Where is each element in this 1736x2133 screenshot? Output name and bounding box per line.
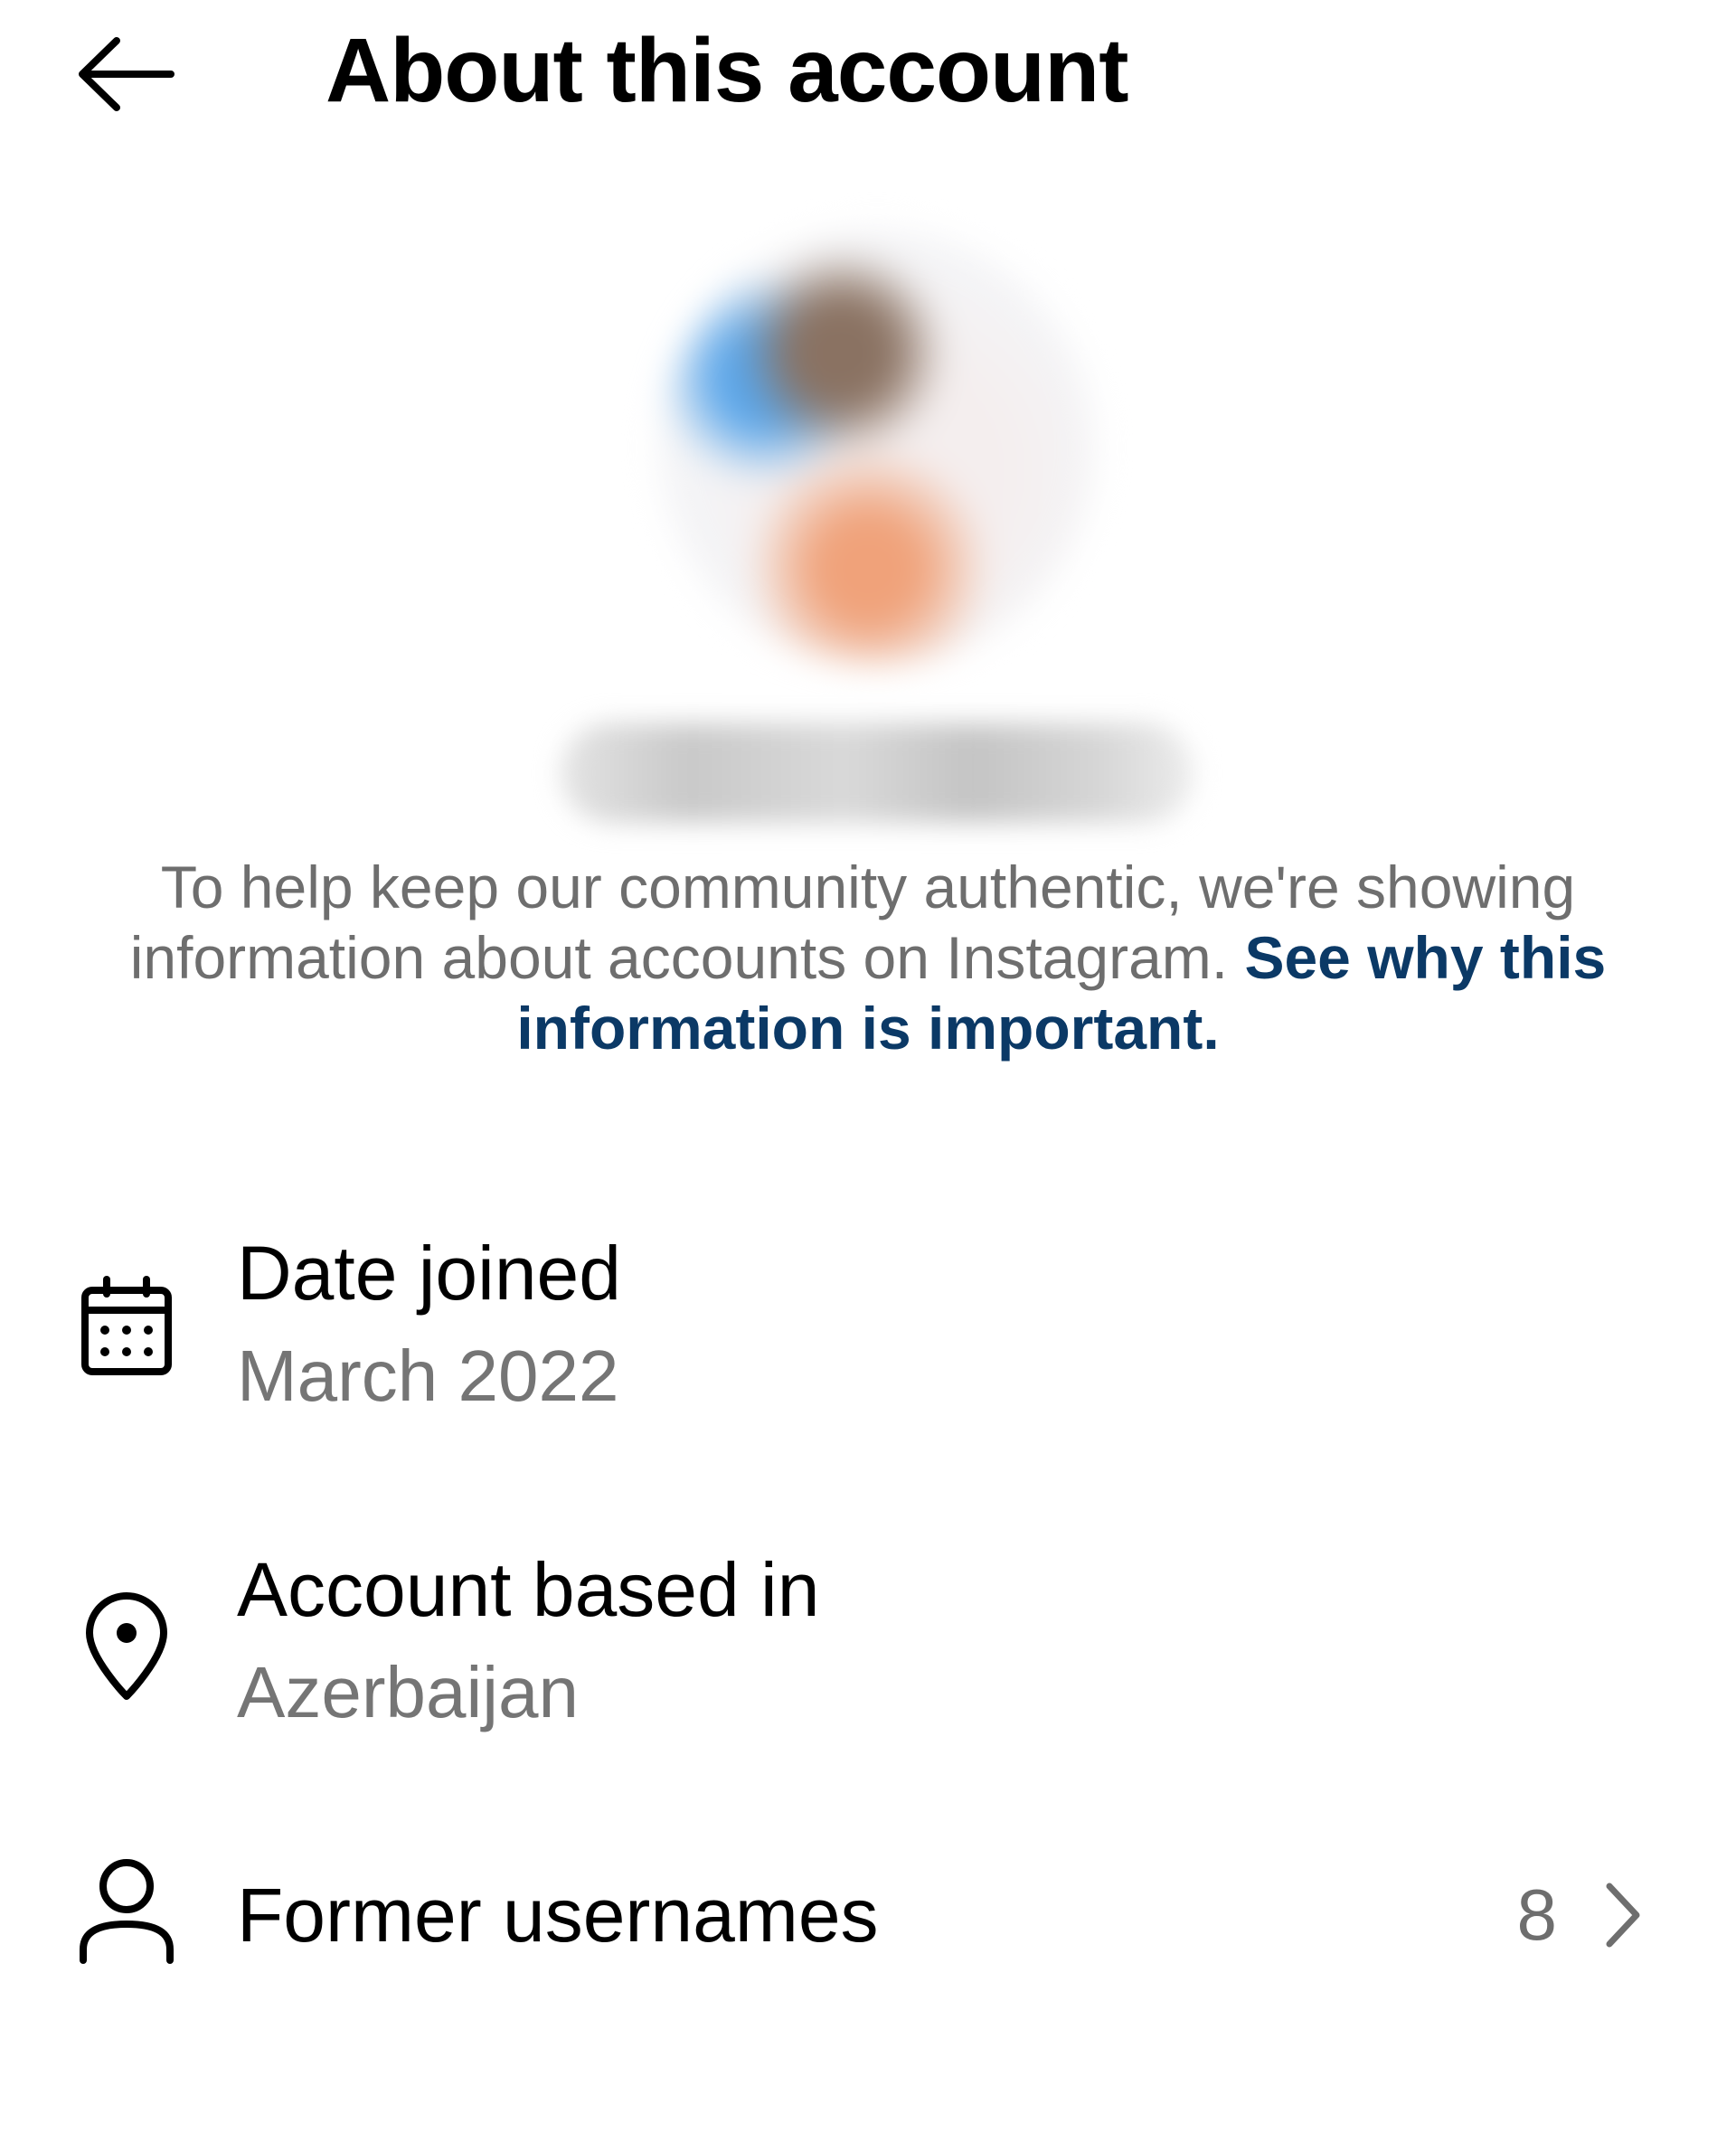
avatar [660, 231, 1094, 665]
app-header: About this account [0, 0, 1736, 145]
avatar-image [660, 231, 1094, 665]
date-joined-row: Date joined March 2022 [0, 1221, 1736, 1438]
date-joined-value: March 2022 [237, 1335, 619, 1416]
account-based-in-row: Account based in Azerbaijan [0, 1537, 1736, 1754]
chevron-right-icon [1591, 1870, 1655, 1960]
back-button[interactable] [65, 29, 183, 119]
page-title: About this account [326, 20, 1129, 121]
former-usernames-label: Former usernames [237, 1873, 879, 1958]
calendar-icon [63, 1268, 190, 1385]
person-icon [63, 1854, 190, 1971]
account-based-in-value: Azerbaijan [237, 1652, 580, 1732]
former-usernames-row[interactable]: Former usernames 8 [0, 1854, 1736, 1980]
account-based-in-label: Account based in [237, 1547, 820, 1632]
date-joined-label: Date joined [237, 1231, 621, 1316]
arrow-left-icon [79, 37, 175, 111]
info-paragraph: To help keep our community authentic, we… [127, 852, 1609, 1063]
username [561, 723, 1194, 823]
former-usernames-count: 8 [1516, 1874, 1558, 1955]
location-pin-icon [63, 1588, 190, 1705]
